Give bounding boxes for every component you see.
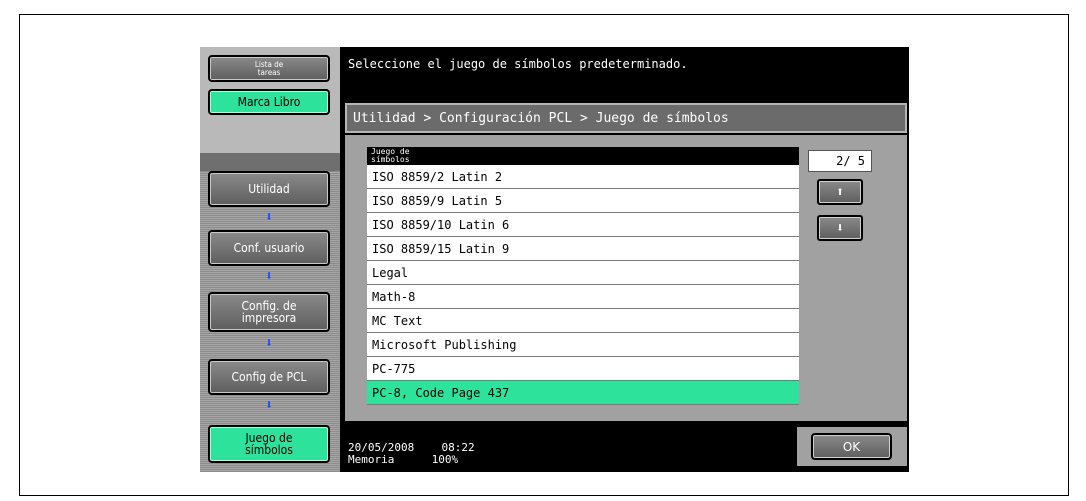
down-arrow-icon: ⬇ bbox=[265, 398, 273, 413]
footer-memory-value: 100% bbox=[431, 453, 459, 466]
down-arrow-icon: ⬇ bbox=[265, 269, 273, 284]
down-arrow-icon: ⬇ bbox=[265, 336, 273, 351]
list-item[interactable]: Math-8 bbox=[367, 285, 799, 309]
marca-libro-label: Marca Libro bbox=[237, 95, 301, 109]
left-panel-divider bbox=[200, 153, 340, 171]
list-item[interactable]: Microsoft Publishing bbox=[367, 333, 799, 357]
lista-de-tareas-button[interactable]: Lista de tareas bbox=[208, 55, 330, 82]
instruction-message: Seleccione el juego de símbolos predeter… bbox=[348, 57, 688, 71]
ok-button[interactable]: OK bbox=[811, 433, 892, 460]
down-arrow-icon: ⬇ bbox=[265, 210, 273, 225]
arrow-up-icon: ⬆ bbox=[836, 184, 844, 200]
list-item-label: ISO 8859/2 Latin 2 bbox=[372, 169, 503, 184]
list-item-label: PC-775 bbox=[372, 361, 416, 376]
nav-conf-usuario-label: Conf. usuario bbox=[233, 241, 305, 255]
nav-juego-simbolos-button[interactable]: Juego de símbolos bbox=[208, 425, 330, 463]
nav-utilidad-button[interactable]: Utilidad bbox=[208, 171, 330, 207]
nav-config-impresora-label: Config. de impresora bbox=[241, 299, 297, 325]
breadcrumb-text: Utilidad > Configuración PCL > Juego de … bbox=[353, 110, 729, 126]
list-item-label: Math-8 bbox=[372, 289, 416, 304]
footer-memory-label: Memoria bbox=[348, 453, 395, 466]
nav-config-pcl-button[interactable]: Config de PCL bbox=[208, 359, 330, 395]
list-item-label: ISO 8859/9 Latin 5 bbox=[372, 193, 503, 208]
list-item-label: Legal bbox=[372, 265, 409, 280]
symbol-set-list: ISO 8859/2 Latin 2 ISO 8859/9 Latin 5 IS… bbox=[367, 165, 799, 405]
list-item-label: Microsoft Publishing bbox=[372, 337, 517, 352]
ok-button-label: OK bbox=[842, 439, 861, 454]
list-item[interactable]: ISO 8859/15 Latin 9 bbox=[367, 237, 799, 261]
list-item-label: ISO 8859/10 Latin 6 bbox=[372, 217, 510, 232]
lista-de-tareas-label: Lista de tareas bbox=[254, 59, 284, 77]
page-indicator-text: 2/ 5 bbox=[836, 154, 865, 168]
list-item[interactable]: ISO 8859/2 Latin 2 bbox=[367, 165, 799, 189]
scroll-up-button[interactable]: ⬆ bbox=[817, 179, 863, 205]
list-item[interactable]: PC-775 bbox=[367, 357, 799, 381]
arrow-down-icon: ⬇ bbox=[836, 220, 844, 236]
page-indicator: 2/ 5 bbox=[808, 150, 872, 172]
list-column-header: Juego de símbolos bbox=[367, 147, 799, 165]
nav-config-impresora-button[interactable]: Config. de impresora bbox=[208, 292, 330, 332]
nav-conf-usuario-button[interactable]: Conf. usuario bbox=[208, 230, 330, 266]
nav-juego-simbolos-label: Juego de símbolos bbox=[245, 431, 293, 457]
list-item[interactable]: Legal bbox=[367, 261, 799, 285]
status-footer: 20/05/2008 08:22 Memoria 100% bbox=[348, 442, 475, 466]
scroll-down-button[interactable]: ⬇ bbox=[817, 215, 863, 241]
list-item[interactable]: MC Text bbox=[367, 309, 799, 333]
nav-config-pcl-label: Config de PCL bbox=[231, 370, 307, 384]
list-item-label: PC-8, Code Page 437 bbox=[372, 385, 510, 400]
marca-libro-button[interactable]: Marca Libro bbox=[208, 89, 330, 115]
list-item-label: MC Text bbox=[372, 313, 423, 328]
list-item[interactable]: ISO 8859/9 Latin 5 bbox=[367, 189, 799, 213]
list-item-label: ISO 8859/15 Latin 9 bbox=[372, 241, 510, 256]
device-screen: Lista de tareas Marca Libro Utilidad ⬇ C… bbox=[200, 47, 909, 472]
breadcrumb: Utilidad > Configuración PCL > Juego de … bbox=[345, 103, 907, 133]
list-item-selected[interactable]: PC-8, Code Page 437 bbox=[367, 381, 799, 405]
list-header-label: Juego de símbolos bbox=[371, 147, 410, 164]
list-item[interactable]: ISO 8859/10 Latin 6 bbox=[367, 213, 799, 237]
nav-utilidad-label: Utilidad bbox=[248, 182, 290, 196]
